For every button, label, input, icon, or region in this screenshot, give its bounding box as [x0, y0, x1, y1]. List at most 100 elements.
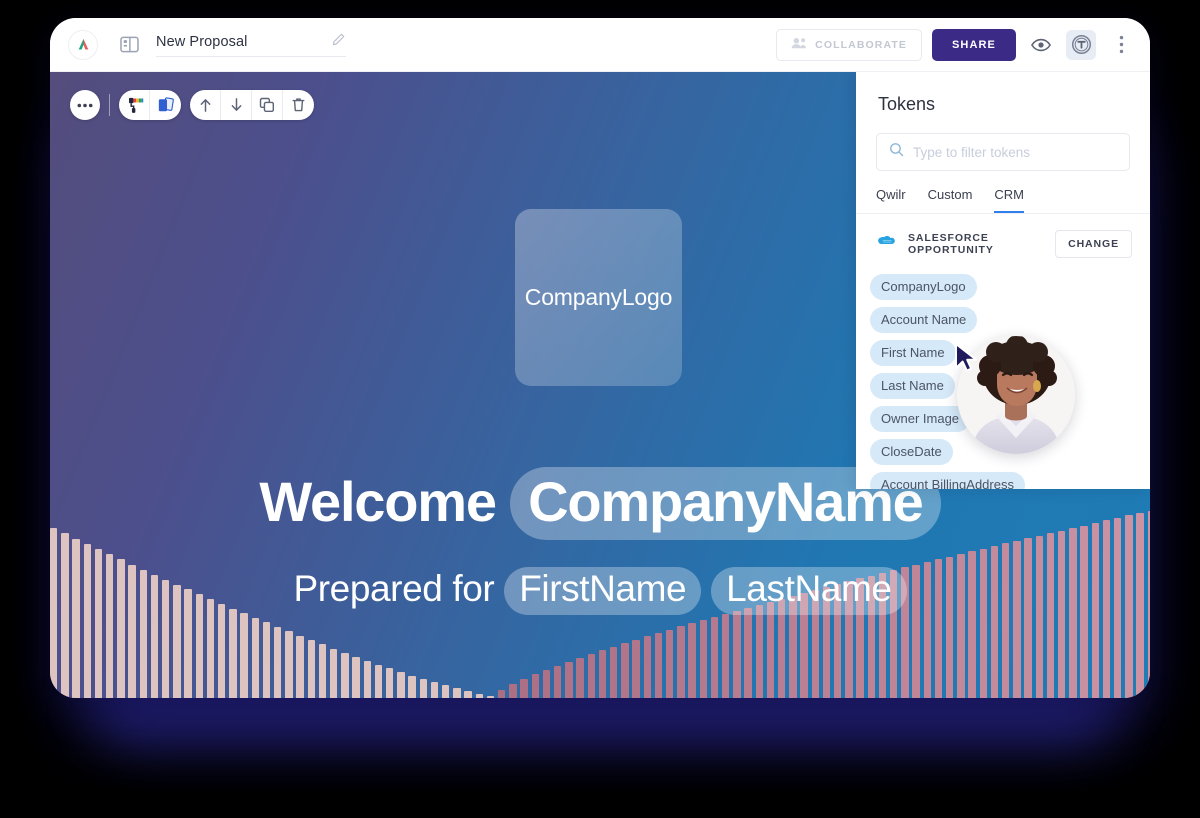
- document-title-field[interactable]: New Proposal: [156, 32, 346, 57]
- stripe-bar: [419, 679, 427, 698]
- stripe-bar: [307, 640, 315, 698]
- block-toolbar: [70, 90, 314, 120]
- token-pill-row: CompanyLogo: [870, 274, 1150, 307]
- stripe-bar: [699, 619, 707, 698]
- tokens-tab-custom[interactable]: Custom: [928, 187, 973, 213]
- qwilr-logo-icon[interactable]: [68, 29, 98, 60]
- stripe-bar: [430, 682, 439, 698]
- eye-preview-icon[interactable]: [1026, 30, 1056, 60]
- stripe-bar: [520, 679, 528, 698]
- document-canvas: CompanyLogo Welcome CompanyName Prepared…: [50, 72, 1150, 698]
- stripe-bar: [1024, 538, 1032, 698]
- stripe-bar: [766, 601, 775, 698]
- hero-subheadline[interactable]: Prepared for FirstName LastName: [50, 567, 1150, 615]
- company-logo-placeholder[interactable]: CompanyLogo: [515, 209, 682, 386]
- screenshot-stage: New Proposal COLLABORATE SHARE CompanyLo…: [0, 0, 1200, 818]
- stripe-bar: [475, 693, 483, 698]
- stripe-bar: [240, 613, 248, 698]
- hero-token-firstname[interactable]: FirstName: [504, 567, 702, 615]
- stripe-bar: [576, 657, 584, 698]
- tokens-tab-crm[interactable]: CRM: [994, 187, 1025, 213]
- stripe-bar: [453, 688, 461, 698]
- stripe-bar: [677, 626, 685, 698]
- stripe-bar: [598, 650, 607, 698]
- stripe-bar: [565, 661, 573, 698]
- trash-icon[interactable]: [283, 90, 314, 120]
- stripe-bar: [464, 691, 472, 698]
- stripe-bar: [341, 652, 349, 698]
- top-bar: New Proposal COLLABORATE SHARE: [50, 18, 1150, 72]
- token-pill[interactable]: CompanyLogo: [870, 274, 977, 300]
- token-pill[interactable]: Last Name: [870, 373, 955, 399]
- token-pill[interactable]: Account BillingAddress: [870, 472, 1025, 489]
- token-pill-row: Account Name: [870, 307, 1150, 340]
- stripe-bar: [587, 654, 595, 698]
- stripe-bar: [554, 665, 562, 698]
- stripe-bar: [643, 636, 651, 698]
- stripe-bar: [542, 670, 551, 698]
- stripe-bar: [374, 664, 383, 698]
- style-toolbar-group: [119, 90, 181, 120]
- token-source-name: SALESFORCE OPPORTUNITY: [908, 232, 994, 256]
- change-source-button[interactable]: CHANGE: [1055, 230, 1132, 258]
- stripe-bar: [610, 646, 618, 698]
- token-pill[interactable]: First Name: [870, 340, 956, 366]
- stripe-bar: [654, 632, 663, 698]
- stripe-bar: [296, 635, 304, 698]
- stripe-bar: [318, 644, 327, 698]
- stripe-bar: [229, 608, 237, 698]
- stripe-bar: [486, 695, 495, 698]
- company-logo-label: CompanyLogo: [524, 284, 673, 310]
- tokens-panel-title: Tokens: [878, 94, 936, 114]
- tokens-tabs: Qwilr Custom CRM: [856, 171, 1150, 214]
- stripe-bar: [1046, 533, 1055, 698]
- block-actions-group: [190, 90, 314, 120]
- stripe-bar: [218, 603, 226, 698]
- stripe-bar: [733, 610, 741, 698]
- search-icon: [889, 142, 904, 162]
- token-T-icon[interactable]: [1066, 29, 1096, 60]
- stripe-bar: [722, 613, 730, 698]
- stripe-bar: [688, 623, 696, 698]
- stripe-bar: [363, 660, 371, 698]
- tokens-tab-qwilr[interactable]: Qwilr: [876, 187, 906, 213]
- panel-toggle-icon[interactable]: [116, 32, 142, 58]
- hero-headline-prefix: Welcome: [259, 470, 511, 533]
- collaborate-button[interactable]: COLLABORATE: [776, 28, 922, 61]
- stripe-bar: [251, 617, 259, 698]
- arrow-down-icon[interactable]: [221, 90, 252, 120]
- token-pill-row: Account BillingAddress: [870, 472, 1150, 489]
- hero-sub-prefix: Prepared for: [293, 568, 505, 609]
- topbar-actions: COLLABORATE SHARE: [776, 28, 1136, 61]
- token-source-row: SALESFORCE OPPORTUNITY CHANGE: [856, 214, 1150, 258]
- layers-cards-icon[interactable]: [150, 90, 181, 120]
- salesforce-cloud-icon: [876, 234, 898, 255]
- paint-roller-icon[interactable]: [119, 90, 150, 120]
- stripe-bar: [755, 604, 763, 698]
- stripe-bar: [262, 622, 271, 698]
- people-icon: [791, 37, 807, 52]
- stripe-bar: [1035, 535, 1043, 698]
- stripe-bar: [509, 684, 517, 698]
- token-search-field[interactable]: [876, 133, 1130, 171]
- stripe-bar: [274, 626, 282, 698]
- pencil-edit-icon[interactable]: [331, 32, 346, 52]
- stripe-bar: [61, 533, 69, 698]
- toolbar-divider: [109, 94, 110, 116]
- stripe-bar: [1013, 540, 1021, 698]
- stripe-bar: [531, 674, 539, 698]
- duplicate-icon[interactable]: [252, 90, 283, 120]
- token-pill[interactable]: Owner Image: [870, 406, 971, 432]
- arrow-up-icon[interactable]: [190, 90, 221, 120]
- stripe-bar: [442, 685, 450, 698]
- token-pill[interactable]: CloseDate: [870, 439, 953, 465]
- share-button[interactable]: SHARE: [931, 28, 1016, 61]
- stripe-bar: [408, 675, 416, 698]
- stripe-bar: [285, 631, 293, 698]
- token-pill[interactable]: Account Name: [870, 307, 978, 333]
- ellipsis-icon[interactable]: [70, 90, 100, 120]
- stripe-bar: [352, 656, 360, 698]
- hero-token-lastname[interactable]: LastName: [711, 567, 907, 615]
- search-input[interactable]: [913, 144, 1117, 160]
- vertical-dots-icon[interactable]: [1106, 30, 1136, 60]
